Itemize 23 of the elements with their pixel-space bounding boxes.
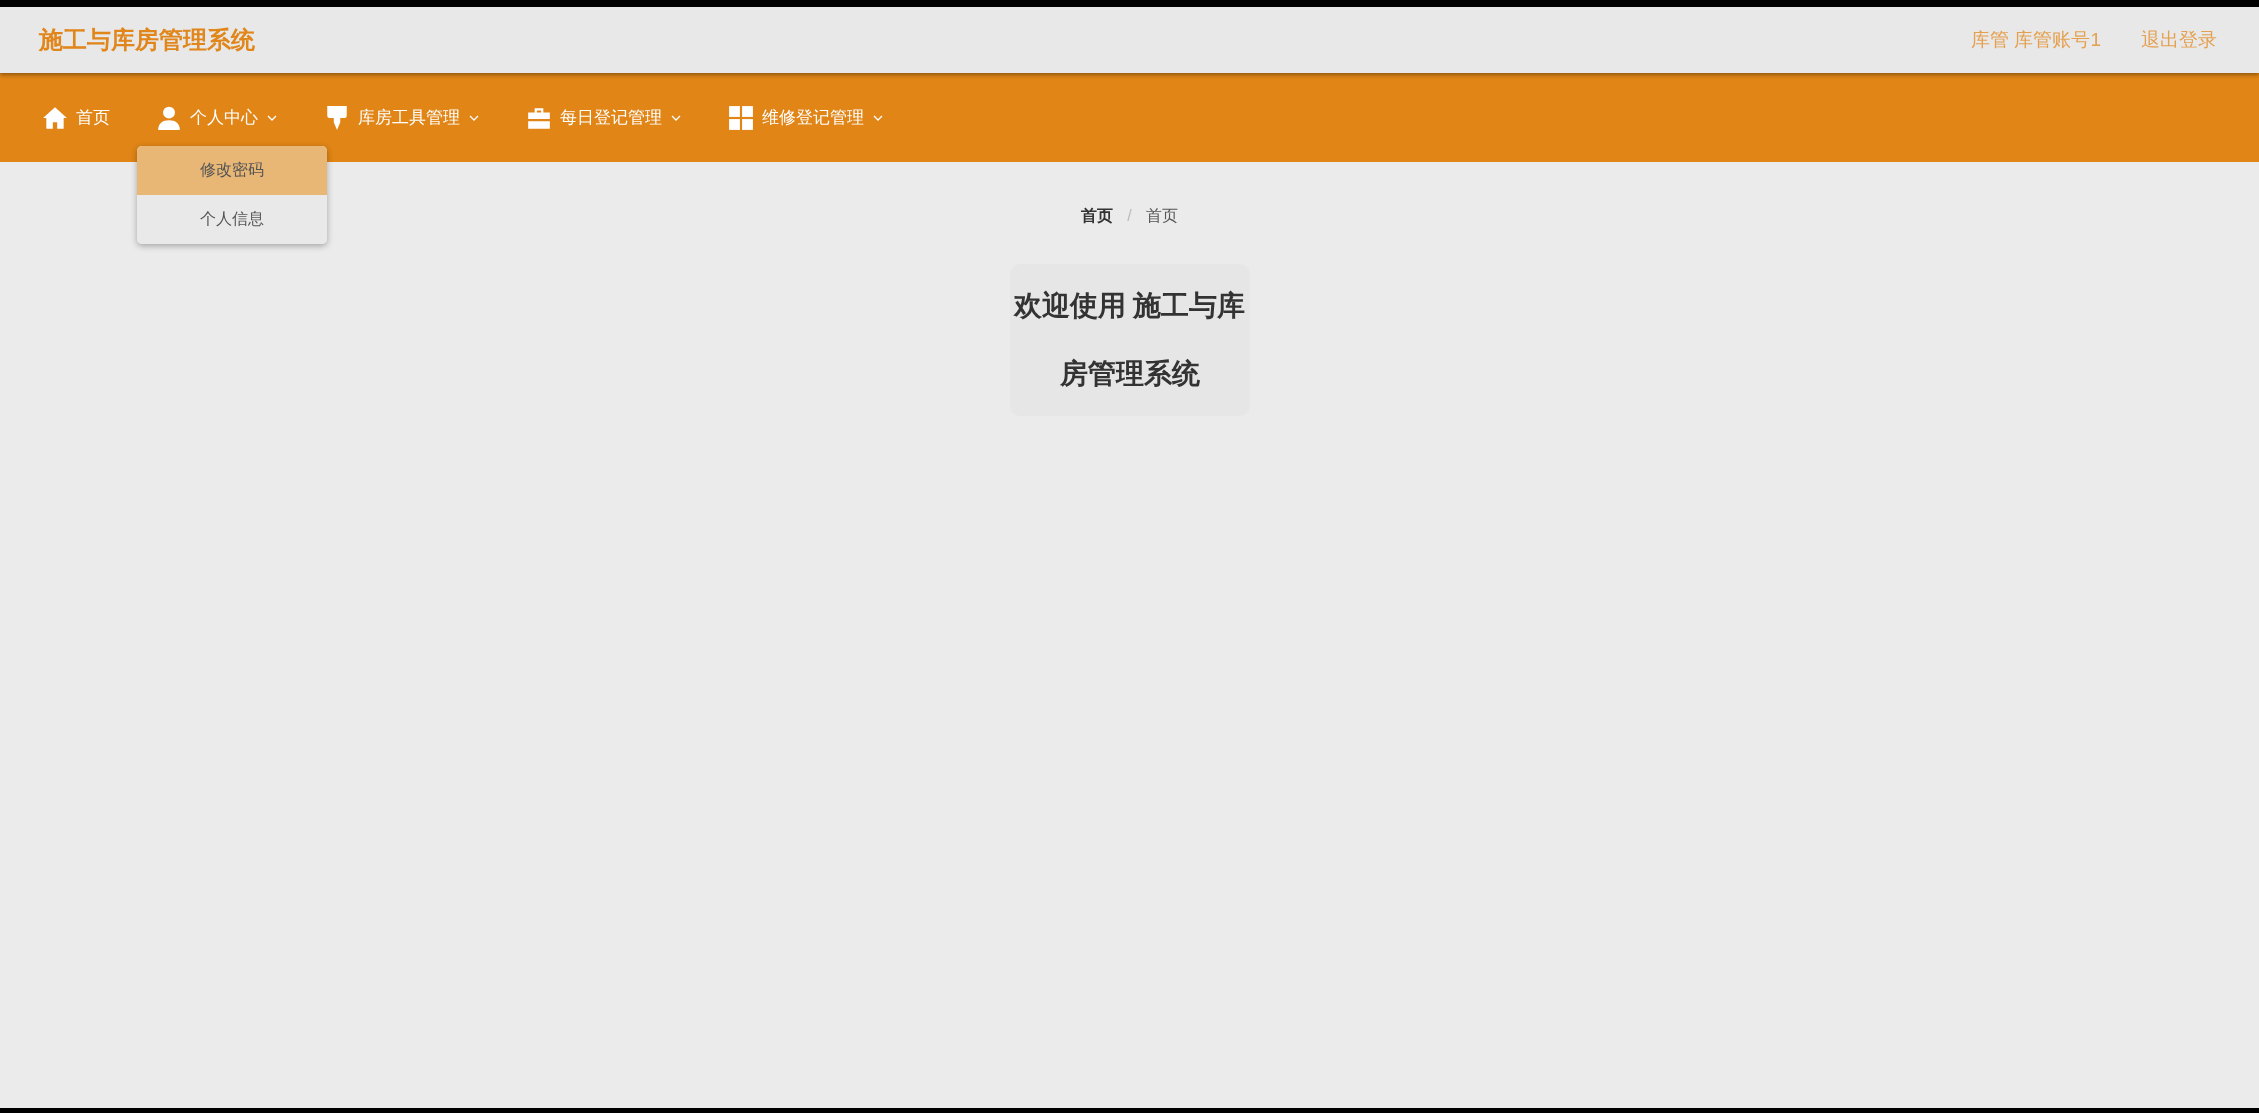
- nav-menu-item[interactable]: 首页: [42, 104, 110, 131]
- nav-menu-item[interactable]: 每日登记管理: [526, 104, 682, 131]
- welcome-title: 房管理系统: [1059, 360, 1200, 388]
- nav-label: 每日登记管理: [560, 106, 662, 129]
- grid-icon: [728, 104, 754, 131]
- nav-menu-item[interactable]: 库房工具管理: [324, 104, 480, 131]
- nav-label: 首页: [76, 106, 110, 129]
- user-icon: [156, 104, 182, 131]
- dropdown-item[interactable]: 个人信息: [137, 194, 327, 244]
- welcome-title: 欢迎使用 施工与库: [1013, 292, 1246, 320]
- nav-menu-item[interactable]: 维修登记管理: [728, 104, 884, 131]
- breadcrumb-item: 首页: [1145, 206, 1178, 226]
- nav-label: 个人中心: [190, 106, 258, 129]
- user-name: 库管 库管账号1: [1971, 27, 2101, 52]
- breadcrumb-separator: /: [1127, 206, 1132, 226]
- paint-brush-icon: [324, 104, 350, 131]
- breadcrumb-item[interactable]: 首页: [1081, 204, 1114, 228]
- nav-label: 库房工具管理: [358, 106, 460, 129]
- nav-menu-item[interactable]: 个人中心: [156, 104, 278, 131]
- logout-link[interactable]: 退出登录: [2141, 25, 2217, 55]
- site-title: 施工与库房管理系统: [39, 25, 255, 55]
- dropdown-item[interactable]: 修改密码: [137, 145, 327, 195]
- nav-label: 维修登记管理: [762, 106, 864, 129]
